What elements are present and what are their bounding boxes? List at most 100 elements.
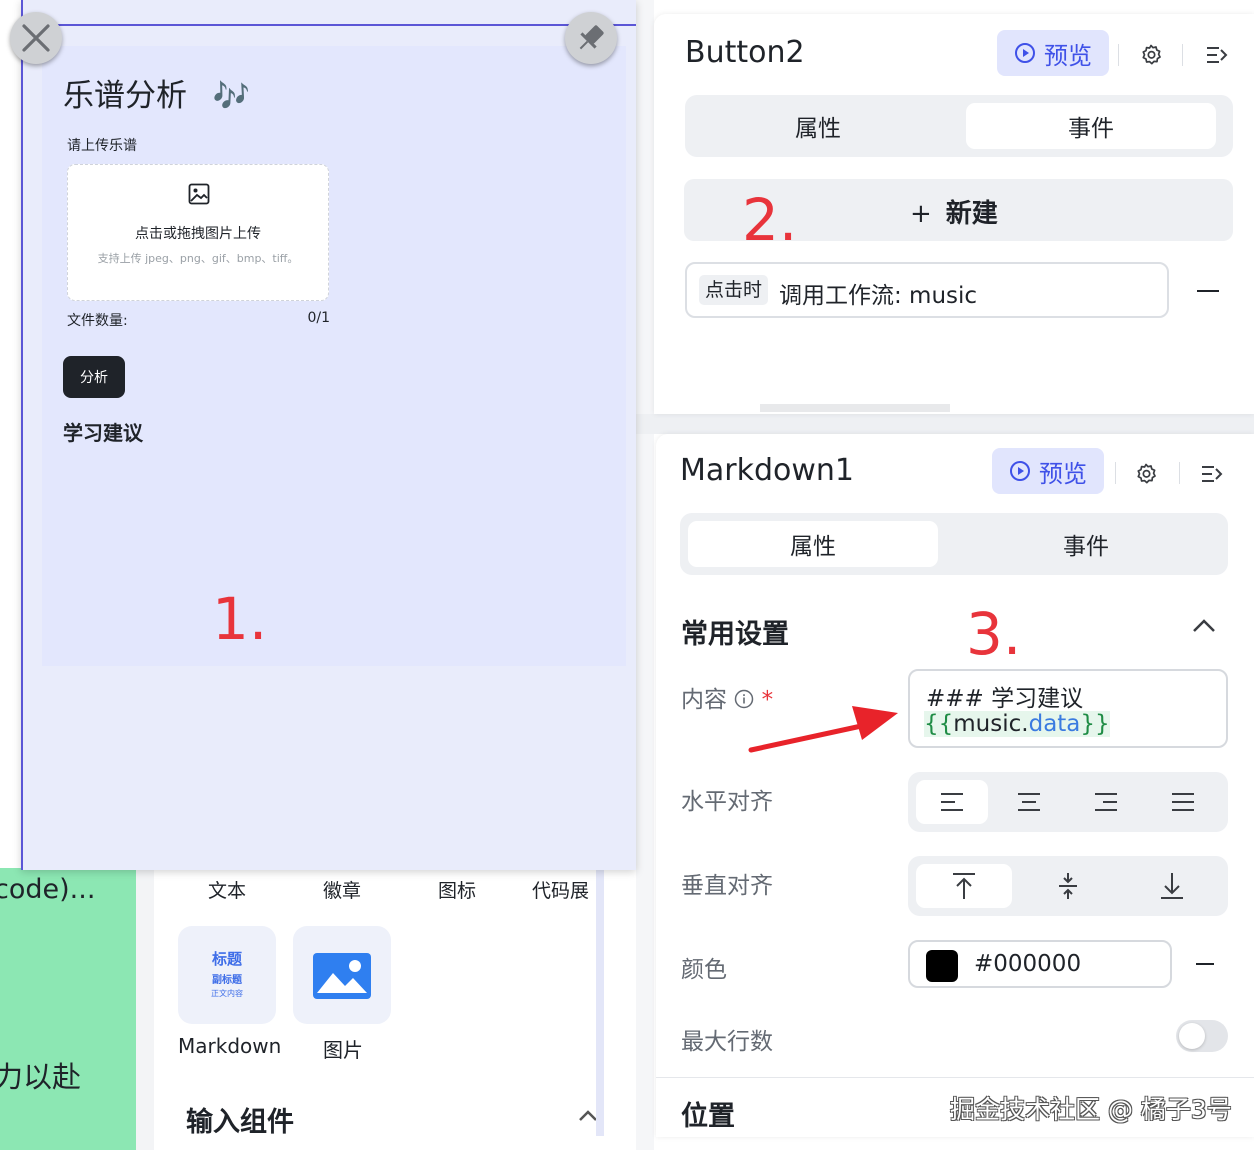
align-middle-icon [1059, 873, 1077, 899]
background-text: 力以赴 [0, 1060, 82, 1094]
image-component-card[interactable] [293, 926, 391, 1024]
input-components-section[interactable]: 输入组件 [186, 1100, 294, 1139]
content-variable: {{music.data}} [924, 711, 1110, 737]
plus-icon: + [910, 199, 932, 229]
library-tab-text[interactable]: 文本 [208, 876, 246, 903]
upload-hint: 支持上传 jpeg、png、gif、bmp、tiff。 [97, 252, 299, 265]
analyze-button[interactable]: 分析 [63, 356, 125, 398]
pin-icon [579, 25, 604, 50]
upload-instruction: 点击或拖拽图片上传 [135, 226, 261, 242]
event-trigger-badge: 点击时 [699, 275, 769, 305]
var-open: {{ [924, 711, 954, 737]
align-justify-icon [1172, 793, 1194, 811]
file-count-value: 0/1 [307, 310, 330, 326]
panel-title: Button2 [685, 35, 805, 70]
library-tab-badge[interactable]: 徽章 [323, 876, 361, 903]
tab-events[interactable]: 事件 [961, 521, 1211, 567]
panel-edge [596, 868, 604, 1136]
annotation-arrow-icon [748, 706, 898, 753]
component-library: 文本 徽章 图标 代码展 标题 副标题 正文内容 Markdown 图片 输入组… [154, 868, 604, 1150]
thumbnail-title: 标题 [211, 950, 242, 968]
align-top-option[interactable] [916, 864, 1012, 908]
tab-properties[interactable]: 属性 [688, 521, 938, 567]
color-value: #000000 [974, 951, 1082, 977]
collapse-panel-icon[interactable] [1205, 44, 1229, 66]
remove-color-icon[interactable] [1196, 963, 1214, 965]
common-settings-title[interactable]: 常用设置 [681, 612, 789, 651]
markdown-content-input[interactable]: ### 学习建议 {{music.data}} [908, 669, 1228, 748]
divider [1179, 462, 1180, 484]
panel-gap [636, 414, 1254, 434]
horizontal-align-label: 水平对齐 [681, 789, 773, 815]
image-icon [188, 183, 210, 205]
align-justify-option[interactable] [1147, 780, 1219, 824]
event-item[interactable]: 点击时 调用工作流: music [685, 262, 1169, 318]
collapse-panel-icon[interactable] [1200, 463, 1224, 485]
pin-button[interactable] [565, 12, 617, 64]
align-middle-option[interactable] [1020, 864, 1116, 908]
chevron-up-icon[interactable] [1190, 616, 1218, 634]
gear-icon[interactable] [1134, 462, 1158, 486]
obscured-text [760, 404, 950, 412]
align-bottom-option[interactable] [1124, 864, 1220, 908]
play-circle-icon [1015, 43, 1035, 63]
step-marker-2: 2. [742, 186, 798, 254]
preview-label: 预览 [1039, 459, 1087, 488]
thumbnail-subtitle: 副标题 [212, 975, 242, 986]
thumbnail-body: 正文内容 [211, 989, 243, 998]
vertical-align-control [908, 856, 1228, 916]
preview-label: 预览 [1044, 41, 1092, 70]
gear-icon[interactable] [1139, 43, 1163, 67]
position-section-title[interactable]: 位置 [681, 1094, 735, 1133]
close-icon [22, 24, 50, 52]
close-button[interactable] [10, 12, 62, 64]
align-center-option[interactable] [993, 780, 1065, 824]
align-right-icon [1095, 793, 1117, 811]
panel-tabs: 属性 事件 [685, 95, 1233, 157]
align-left-option[interactable] [916, 780, 988, 824]
divider [656, 1077, 1254, 1078]
color-label: 颜色 [681, 957, 727, 983]
upload-label: 请上传乐谱 [67, 138, 137, 154]
chevron-up-icon[interactable] [578, 1108, 598, 1122]
image-thumbnail-icon [313, 953, 371, 999]
panel-gutter [636, 0, 654, 1150]
content-label-text: 内容 [681, 687, 727, 713]
color-swatch[interactable] [926, 950, 958, 982]
toggle-knob [1179, 1023, 1205, 1049]
tab-properties[interactable]: 属性 [693, 103, 943, 149]
align-right-option[interactable] [1070, 780, 1142, 824]
divider [1118, 44, 1119, 66]
align-center-icon [1018, 793, 1040, 811]
max-lines-label: 最大行数 [681, 1029, 773, 1055]
background-green-panel: code)... 力以赴 [0, 868, 136, 1150]
preview-button[interactable]: 预览 [997, 30, 1109, 76]
new-event-label: + 新建 [910, 193, 998, 230]
app-title: 乐谱分析 🎶 [63, 70, 250, 115]
library-tab-code[interactable]: 代码展 [532, 876, 589, 903]
color-picker-input[interactable]: #000000 [908, 940, 1172, 988]
library-tab-icon[interactable]: 图标 [438, 876, 476, 903]
preview-button[interactable]: 预览 [992, 448, 1104, 494]
image-component-label: 图片 [323, 1038, 363, 1062]
var-close: }} [1080, 711, 1110, 737]
image-upload-dropzone[interactable]: 点击或拖拽图片上传 支持上传 jpeg、png、gif、bmp、tiff。 [67, 164, 329, 301]
background-text: code)... [0, 874, 96, 905]
align-left-icon [941, 793, 963, 811]
remove-event-icon[interactable] [1197, 290, 1219, 292]
new-event-text: 新建 [945, 199, 998, 229]
step-marker-3: 3. [966, 600, 1022, 668]
content-line: ### 学习建议 [926, 686, 1084, 712]
selection-border [21, 24, 636, 26]
vertical-align-label: 垂直对齐 [681, 873, 773, 899]
watermark: 掘金技术社区 @ 橘子3号 [950, 1095, 1232, 1124]
horizontal-align-control [908, 772, 1228, 832]
tab-events[interactable]: 事件 [966, 103, 1216, 149]
panel-tabs: 属性 事件 [680, 513, 1228, 575]
align-top-icon [953, 873, 975, 899]
max-lines-toggle[interactable] [1176, 1020, 1228, 1052]
play-circle-icon [1010, 461, 1030, 481]
divider [136, 868, 154, 1150]
markdown-component-card[interactable]: 标题 副标题 正文内容 [178, 926, 276, 1024]
file-count-label: 文件数量: [67, 313, 128, 329]
